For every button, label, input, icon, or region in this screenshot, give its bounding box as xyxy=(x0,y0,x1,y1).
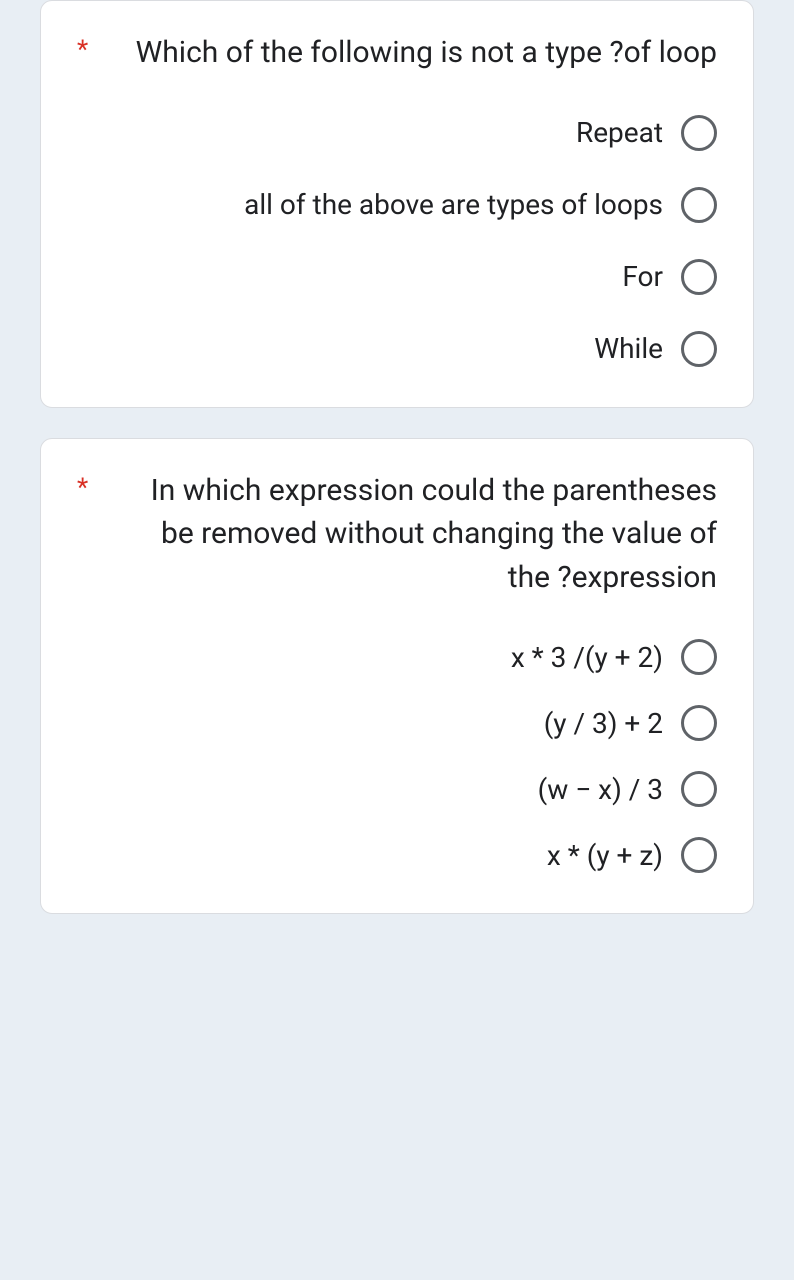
option-label: Repeat xyxy=(576,116,663,149)
option-row[interactable]: x * (y + z) xyxy=(77,837,717,873)
option-label: (w − x) / 3 xyxy=(538,773,663,806)
option-row[interactable]: all of the above are types of loops xyxy=(77,187,717,223)
required-asterisk: * xyxy=(77,473,88,503)
radio-icon[interactable] xyxy=(681,259,717,295)
question-text: Which of the following is not a type ?of… xyxy=(116,31,717,75)
question-header: * In which expression could the parenthe… xyxy=(77,469,717,600)
option-row[interactable]: While xyxy=(77,331,717,367)
question-text: In which expression could the parenthese… xyxy=(116,469,717,600)
question-card-1: * Which of the following is not a type ?… xyxy=(40,0,754,408)
required-asterisk: * xyxy=(77,35,88,65)
option-label: all of the above are types of loops xyxy=(244,188,663,221)
option-label: For xyxy=(622,260,663,293)
radio-icon[interactable] xyxy=(681,187,717,223)
radio-icon[interactable] xyxy=(681,639,717,675)
option-row[interactable]: x * 3 /(y + 2) xyxy=(77,639,717,675)
radio-icon[interactable] xyxy=(681,331,717,367)
option-row[interactable]: For xyxy=(77,259,717,295)
options-group: x * 3 /(y + 2) (y / 3) + 2 (w − x) / 3 x… xyxy=(77,639,717,873)
options-group: Repeat all of the above are types of loo… xyxy=(77,115,717,367)
option-label: (y / 3) + 2 xyxy=(544,707,663,740)
radio-icon[interactable] xyxy=(681,705,717,741)
radio-icon[interactable] xyxy=(681,771,717,807)
radio-icon[interactable] xyxy=(681,115,717,151)
option-label: While xyxy=(594,332,663,365)
option-label: x * (y + z) xyxy=(547,839,663,872)
option-label: x * 3 /(y + 2) xyxy=(511,641,663,674)
option-row[interactable]: (y / 3) + 2 xyxy=(77,705,717,741)
option-row[interactable]: (w − x) / 3 xyxy=(77,771,717,807)
radio-icon[interactable] xyxy=(681,837,717,873)
option-row[interactable]: Repeat xyxy=(77,115,717,151)
question-card-2: * In which expression could the parenthe… xyxy=(40,438,754,915)
question-header: * Which of the following is not a type ?… xyxy=(77,31,717,75)
